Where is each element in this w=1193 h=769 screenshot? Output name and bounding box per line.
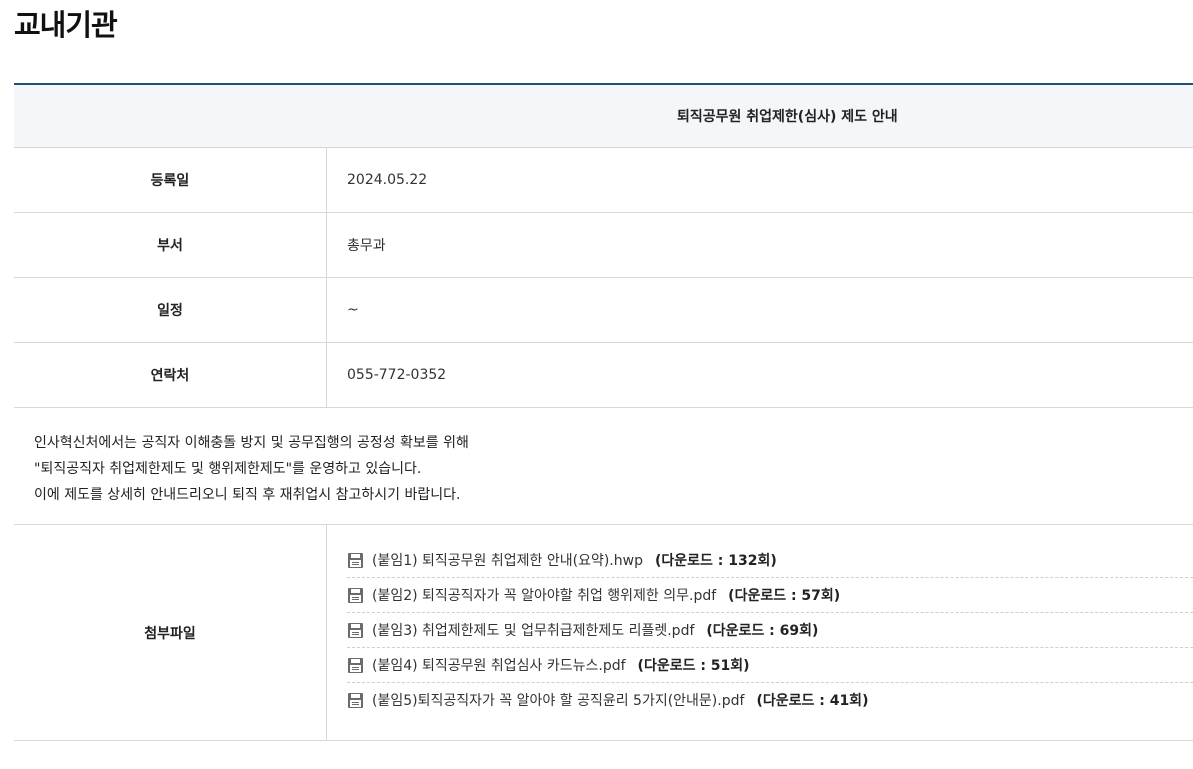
post-title-row: 퇴직공무원 취업제한(심사) 제도 안내: [14, 85, 1193, 148]
attachments-label: 첨부파일: [14, 525, 327, 740]
department-value: 총무과: [347, 238, 386, 254]
department-label: 부서: [14, 213, 327, 277]
download-count: (다운로드 : 41회): [756, 693, 869, 709]
attachment-item: (붙임2) 퇴직공직자가 꼭 알아야할 취업 행위제한 의무.pdf (다운로드…: [347, 578, 1193, 613]
download-count: (다운로드 : 69회): [706, 623, 819, 639]
attachment-link[interactable]: (붙임2) 퇴직공직자가 꼭 알아야할 취업 행위제한 의무.pdf: [372, 585, 716, 605]
post-board: 퇴직공무원 취업제한(심사) 제도 안내 등록일 2024.05.22 부서 총…: [14, 83, 1193, 741]
file-document-icon: [347, 657, 364, 674]
body-line: 이에 제도를 상세히 안내드리오니 퇴직 후 재취업시 참고하시기 바랍니다.: [34, 487, 461, 503]
post-body: 인사혁신처에서는 공직자 이해충돌 방지 및 공무집행의 공정성 확보를 위해 …: [14, 408, 1193, 525]
contact-value: 055-772-0352: [347, 367, 447, 383]
schedule-label: 일정: [14, 278, 327, 342]
body-line: 인사혁신처에서는 공직자 이해충돌 방지 및 공무집행의 공정성 확보를 위해: [34, 435, 469, 451]
body-line: "퇴직공직자 취업제한제도 및 행위제한제도"를 운영하고 있습니다.: [34, 461, 422, 477]
schedule-value: ~: [347, 302, 359, 318]
attachment-link[interactable]: (붙임3) 취업제한제도 및 업무취급제한제도 리플렛.pdf: [372, 620, 694, 640]
file-document-icon: [347, 587, 364, 604]
attachment-link[interactable]: (붙임4) 퇴직공무원 취업심사 카드뉴스.pdf: [372, 655, 626, 675]
page-title: 교내기관: [14, 8, 118, 42]
download-count: (다운로드 : 57회): [728, 588, 841, 604]
attachment-item: (붙임1) 퇴직공무원 취업제한 안내(요약).hwp (다운로드 : 132회…: [347, 543, 1193, 578]
date-value: 2024.05.22: [347, 172, 428, 188]
attachment-link[interactable]: (붙임1) 퇴직공무원 취업제한 안내(요약).hwp: [372, 550, 643, 570]
info-row-schedule: 일정 ~: [14, 278, 1193, 343]
attachment-item: (붙임3) 취업제한제도 및 업무취급제한제도 리플렛.pdf (다운로드 : …: [347, 613, 1193, 648]
download-count: (다운로드 : 132회): [654, 553, 777, 569]
date-label: 등록일: [14, 148, 327, 212]
file-document-icon: [347, 622, 364, 639]
attachment-item: (붙임4) 퇴직공무원 취업심사 카드뉴스.pdf (다운로드 : 51회): [347, 648, 1193, 683]
post-title: 퇴직공무원 취업제한(심사) 제도 안내: [677, 109, 898, 125]
info-row-department: 부서 총무과: [14, 213, 1193, 278]
attachment-list: (붙임1) 퇴직공무원 취업제한 안내(요약).hwp (다운로드 : 132회…: [327, 525, 1193, 740]
file-document-icon: [347, 552, 364, 569]
download-count: (다운로드 : 51회): [637, 658, 750, 674]
info-row-contact: 연락처 055-772-0352: [14, 343, 1193, 408]
attachment-link[interactable]: (붙임5)퇴직공직자가 꼭 알아야 할 공직윤리 5가지(안내문).pdf: [372, 690, 744, 710]
info-row-date: 등록일 2024.05.22: [14, 148, 1193, 213]
contact-label: 연락처: [14, 343, 327, 407]
attachments-row: 첨부파일 (붙임1) 퇴직공무원 취업제한 안내(요약).hwp (다운로드 :…: [14, 525, 1193, 741]
attachment-item: (붙임5)퇴직공직자가 꼭 알아야 할 공직윤리 5가지(안내문).pdf (다…: [347, 683, 1193, 717]
file-document-icon: [347, 692, 364, 709]
